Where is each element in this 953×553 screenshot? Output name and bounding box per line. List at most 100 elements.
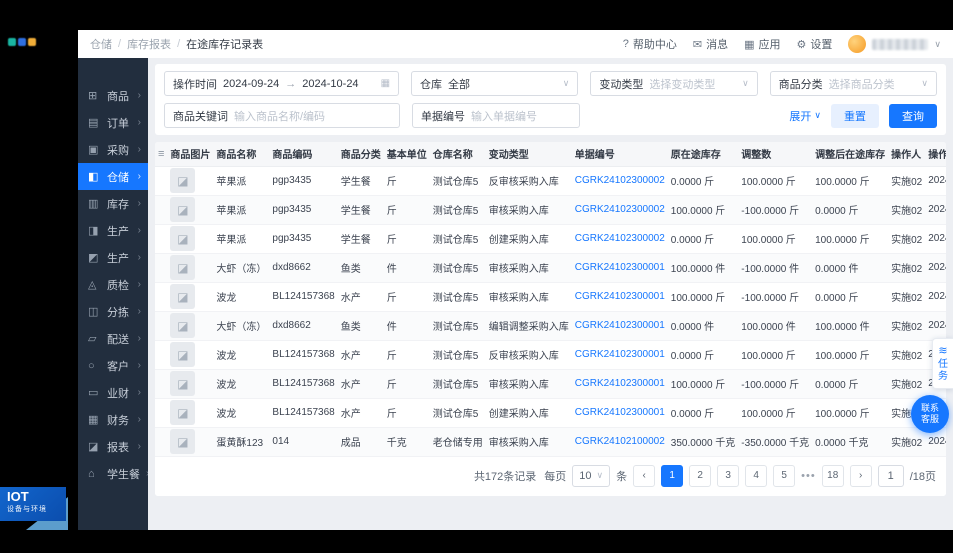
page-button[interactable]: 3 (717, 464, 740, 487)
breadcrumb-item[interactable]: 仓储 (90, 36, 112, 52)
help-center-button[interactable]: ? 帮助中心 (623, 36, 677, 52)
sidebar-item-sorting[interactable]: ◫ 分拣 › (78, 298, 148, 325)
keyword-input[interactable]: 商品关键词 输入商品名称/编码 (164, 103, 400, 128)
help-center-icon: ? (622, 38, 629, 50)
table-settings-header-cell: ≡ (155, 142, 168, 167)
page-button[interactable]: 5 (773, 464, 796, 487)
product-category: 学生餐 (337, 195, 384, 225)
doc-number-link[interactable]: CGRK24102300001 (575, 262, 665, 273)
sidebar-item-label: 客户 (107, 360, 129, 373)
after-transit-qty: 0.0000 斤 (812, 369, 889, 399)
page-button[interactable]: 2 (689, 464, 712, 487)
table-header-row: ≡ 商品图片 商品名称 商品编码 商品分类 基本单位 仓库名称 变动类型 单据编号 原在途库存 调整… (155, 142, 946, 167)
product-image-cell: ◪ (167, 369, 214, 399)
adjust-qty: 100.0000 件 (738, 311, 813, 341)
before-transit-qty: 0.0000 斤 (667, 166, 739, 196)
product-name: 波龙 (213, 369, 270, 399)
sidebar-item-reports[interactable]: ◪ 报表 › (78, 433, 148, 460)
table-row: ◪ 苹果派 pgp3435 学生餐斤测试仓库5 反审核采购入库 CGRK241023000… (155, 166, 946, 196)
doc-number-placeholder: 输入单据编号 (471, 110, 537, 123)
product-image-cell: ◪ (167, 282, 214, 312)
operator-name: 实施02 (888, 224, 926, 254)
sidebar-item-purchase[interactable]: ▣ 采购 › (78, 136, 148, 163)
breadcrumb-item[interactable]: 库存报表 (127, 36, 171, 52)
product-image-cell: ◪ (167, 195, 214, 225)
tool-label: 设置 (810, 39, 833, 51)
sidebar-item-quality-check[interactable]: ◬ 质检 › (78, 271, 148, 298)
doc-number-link[interactable]: CGRK24102300001 (575, 320, 665, 331)
sidebar-item-goods[interactable]: ⊞ 商品 › (78, 82, 148, 109)
sidebar-item-inventory[interactable]: ▥ 库存 › (78, 190, 148, 217)
doc-number-cell: CGRK24102300002 (571, 224, 668, 254)
operation-time-range-picker[interactable]: 操作时间 2024-09-24 → 2024-10-24 ▦ (164, 71, 400, 96)
warehouse-name: 测试仓库5 (429, 195, 486, 225)
change-type: 编辑调整采购入库 (485, 311, 572, 341)
category-select[interactable]: 商品分类 选择商品分类 ∨ (769, 71, 937, 96)
task-panel-button[interactable]: ≋ 任务 (932, 338, 953, 389)
product-image-placeholder: ◪ (170, 429, 196, 454)
adjust-qty: -350.0000 千克 (738, 427, 813, 457)
page-button[interactable]: 1 (661, 464, 684, 487)
column-header: 仓库名称 (429, 142, 486, 167)
warehouse-name: 测试仓库5 (429, 311, 486, 341)
doc-number-link[interactable]: CGRK24102300001 (575, 378, 665, 389)
sidebar-item-finance[interactable]: ▦ 财务 › (78, 406, 148, 433)
apps-button[interactable]: ▦ 应用 (744, 36, 780, 52)
expand-label: 展开 (789, 110, 812, 123)
warehouse-select[interactable]: 仓库 全部 ∨ (411, 71, 579, 96)
expand-toggle[interactable]: 展开 ∨ (789, 108, 821, 124)
sidebar-item-production-2[interactable]: ◩ 生产 › (78, 244, 148, 271)
chevron-down-icon: ∨ (596, 470, 604, 480)
page-jump-input[interactable]: 1 (877, 464, 904, 487)
product-name: 波龙 (213, 282, 270, 312)
page-button[interactable]: 4 (745, 464, 768, 487)
doc-number-link[interactable]: CGRK24102300002 (575, 204, 665, 215)
column-settings-icon[interactable]: ≡ (158, 148, 164, 160)
sidebar-item-warehouse[interactable]: ◧ 仓储 › (78, 163, 148, 190)
chevron-right-icon: › (137, 117, 141, 128)
doc-number-link[interactable]: CGRK24102300002 (575, 175, 665, 186)
next-page-button[interactable]: › (849, 464, 872, 487)
product-category: 成品 (337, 427, 384, 457)
sidebar-item-label: 报表 (107, 441, 129, 454)
product-image-placeholder: ◪ (170, 255, 196, 280)
change-type-select[interactable]: 变动类型 选择变动类型 ∨ (590, 71, 758, 96)
product-code: dxd8662 (269, 311, 338, 341)
before-transit-qty: 0.0000 斤 (667, 340, 739, 370)
sidebar-item-customer[interactable]: ○ 客户 › (78, 352, 148, 379)
user-menu[interactable]: ∨ (848, 35, 941, 53)
change-type-placeholder: 选择变动类型 (649, 78, 716, 91)
doc-number-input[interactable]: 单据编号 输入单据编号 (412, 103, 580, 128)
sidebar-item-label: 配送 (107, 333, 129, 346)
product-category: 鱼类 (337, 253, 384, 283)
chevron-right-icon: › (137, 252, 141, 263)
doc-number-link[interactable]: CGRK24102100002 (575, 436, 665, 447)
records-table: ≡ 商品图片 商品名称 商品编码 商品分类 基本单位 仓库名称 变动类型 单据编号 原在途库存 调整… (155, 142, 946, 457)
search-button[interactable]: 查询 (889, 103, 937, 128)
sidebar-item-biz-finance[interactable]: ▭ 业财 › (78, 379, 148, 406)
product-code: BL124157368 (269, 282, 338, 312)
prev-page-button[interactable]: ‹ (633, 464, 656, 487)
message-button[interactable]: ✉ 消息 (693, 36, 728, 52)
doc-number-link[interactable]: CGRK24102300001 (575, 407, 665, 418)
sidebar-item-production-1[interactable]: ◨ 生产 › (78, 217, 148, 244)
column-header: 商品图片 (167, 142, 214, 167)
page-button[interactable]: 18 (821, 464, 844, 487)
product-code: dxd8662 (269, 253, 338, 283)
doc-number-link[interactable]: CGRK24102300001 (575, 349, 665, 360)
column-header: 商品名称 (213, 142, 270, 167)
doc-number-link[interactable]: CGRK24102300002 (575, 233, 665, 244)
page-size-select[interactable]: 10 ∨ (572, 464, 611, 487)
settings-button[interactable]: ⚙ 设置 (797, 36, 833, 52)
sidebar-item-delivery[interactable]: ▱ 配送 › (78, 325, 148, 352)
column-header: 基本单位 (383, 142, 430, 167)
sidebar-item-label: 生产 (107, 225, 129, 238)
sidebar-item-orders[interactable]: ▤ 订单 › (78, 109, 148, 136)
logo-shape (8, 38, 16, 46)
reset-button[interactable]: 重置 (831, 103, 879, 128)
product-image-placeholder: ◪ (170, 226, 196, 251)
customer-service-button[interactable]: 联系客服 (911, 395, 949, 433)
sidebar-item-student-meal[interactable]: ⌂学生餐› (78, 460, 148, 487)
doc-number-link[interactable]: CGRK24102300001 (575, 291, 665, 302)
logo-shape (18, 38, 26, 46)
